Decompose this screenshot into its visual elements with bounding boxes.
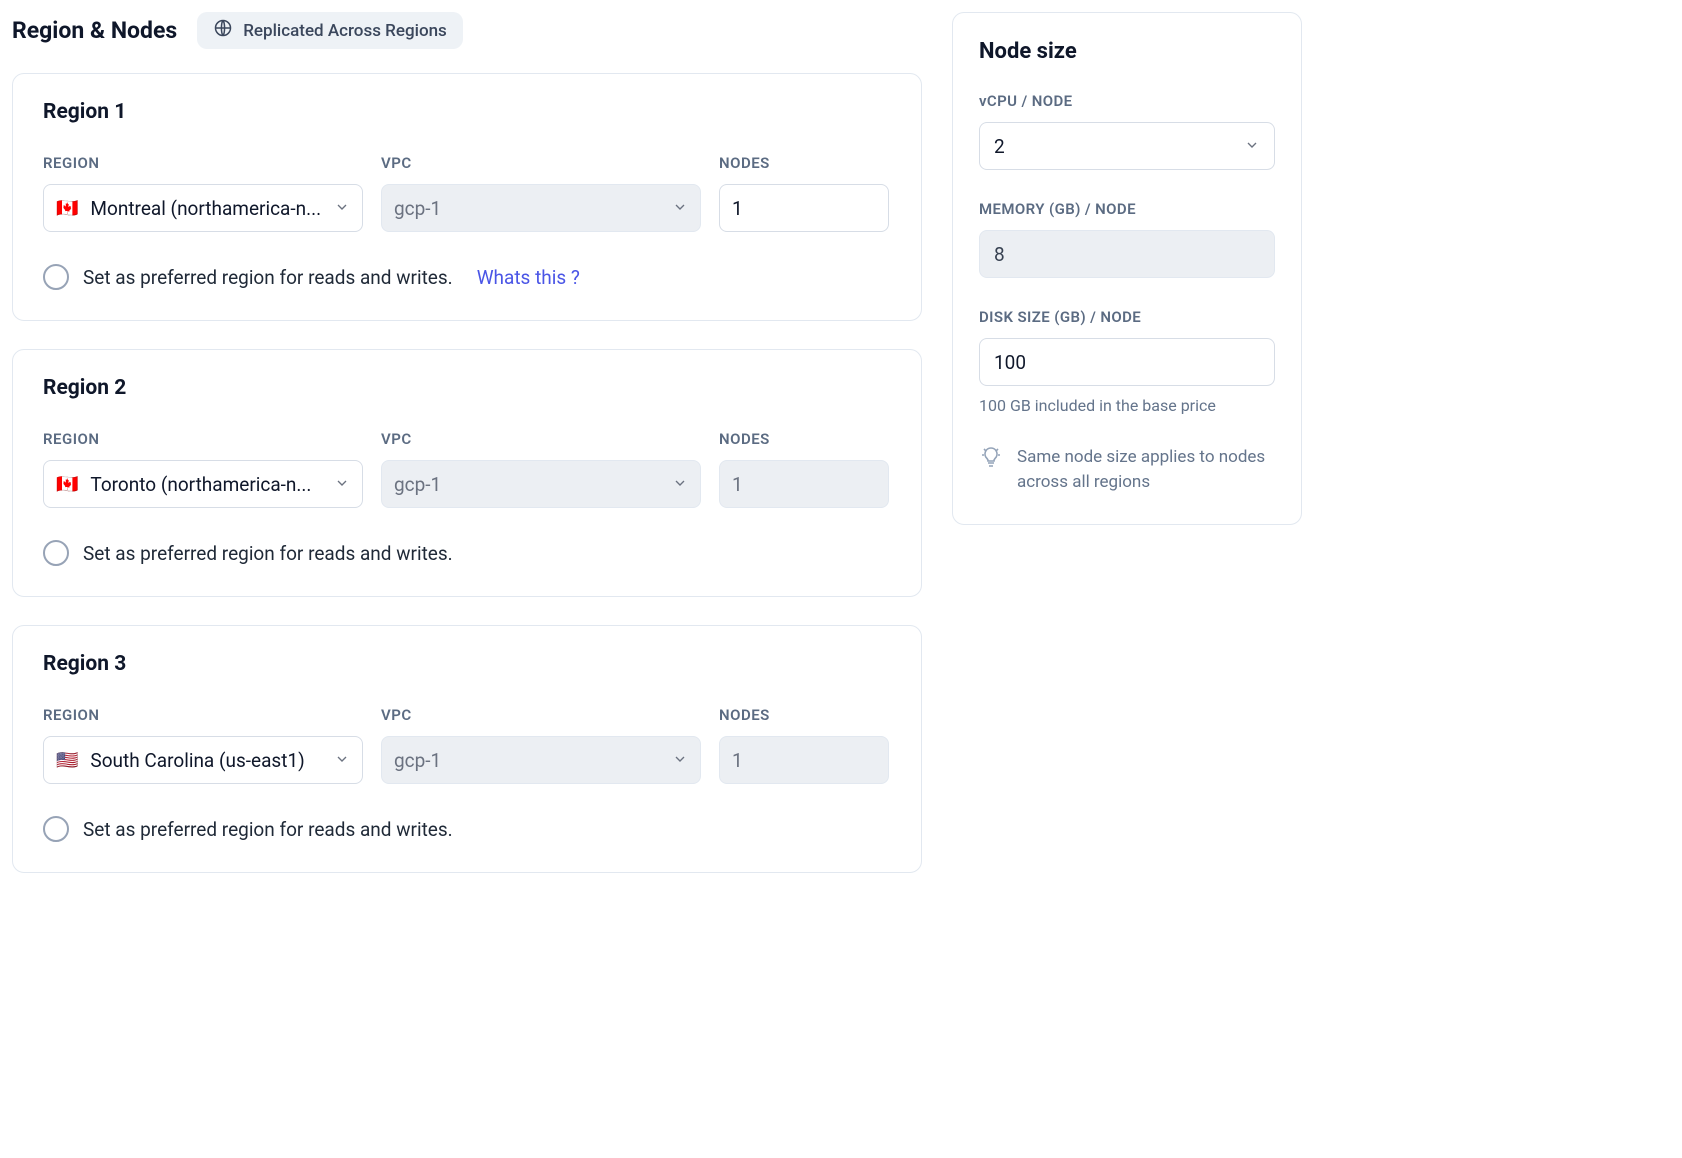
preferred-region-label: Set as preferred region for reads and wr… (83, 818, 453, 841)
whats-this-link[interactable]: Whats this ? (477, 266, 580, 289)
chevron-down-icon (334, 473, 350, 496)
nodes-value: 1 (732, 197, 743, 220)
preferred-region-label: Set as preferred region for reads and wr… (83, 266, 453, 289)
nodes-field-label: NODES (719, 154, 889, 172)
region-field-label: REGION (43, 430, 363, 448)
chevron-down-icon (334, 197, 350, 220)
nodes-input[interactable]: 1 (719, 184, 889, 232)
globe-icon (213, 18, 233, 43)
replication-badge-label: Replicated Across Regions (243, 21, 447, 41)
nodes-field-label: NODES (719, 430, 889, 448)
region-card: Region 2 REGION 🇨🇦 Toronto (northamerica… (12, 349, 922, 597)
region-select[interactable]: 🇺🇸 South Carolina (us-east1) (43, 736, 363, 784)
node-size-note: Same node size applies to nodes across a… (979, 445, 1275, 494)
flag-icon: 🇨🇦 (56, 198, 78, 219)
vpc-value: gcp-1 (394, 749, 664, 772)
vcpu-label: vCPU / NODE (979, 92, 1275, 110)
chevron-down-icon (672, 197, 688, 220)
disk-label: DISK SIZE (GB) / NODE (979, 308, 1275, 326)
disk-helper-text: 100 GB included in the base price (979, 396, 1275, 415)
memory-value: 8 (994, 243, 1005, 266)
vpc-select[interactable]: gcp-1 (381, 460, 701, 508)
vpc-select[interactable]: gcp-1 (381, 184, 701, 232)
memory-input: 8 (979, 230, 1275, 278)
memory-label: MEMORY (GB) / NODE (979, 200, 1275, 218)
preferred-region-radio[interactable] (43, 264, 69, 290)
region-card: Region 1 REGION 🇨🇦 Montreal (northameric… (12, 73, 922, 321)
nodes-value: 1 (732, 749, 743, 772)
region-field-label: REGION (43, 154, 363, 172)
region-value: South Carolina (us-east1) (90, 749, 326, 772)
region-value: Montreal (northamerica-n... (90, 197, 326, 220)
nodes-value: 1 (732, 473, 743, 496)
page-title: Region & Nodes (12, 17, 177, 44)
vcpu-select[interactable]: 2 (979, 122, 1275, 170)
node-size-note-text: Same node size applies to nodes across a… (1017, 445, 1275, 494)
disk-input[interactable]: 100 (979, 338, 1275, 386)
nodes-input: 1 (719, 460, 889, 508)
region-field-label: REGION (43, 706, 363, 724)
chevron-down-icon (1244, 135, 1260, 158)
vpc-field-label: VPC (381, 430, 701, 448)
replication-badge: Replicated Across Regions (197, 12, 463, 49)
region-select[interactable]: 🇨🇦 Montreal (northamerica-n... (43, 184, 363, 232)
region-select[interactable]: 🇨🇦 Toronto (northamerica-n... (43, 460, 363, 508)
flag-icon: 🇺🇸 (56, 750, 78, 771)
flag-icon: 🇨🇦 (56, 474, 78, 495)
region-card: Region 3 REGION 🇺🇸 South Carolina (us-ea… (12, 625, 922, 873)
vpc-select[interactable]: gcp-1 (381, 736, 701, 784)
node-size-card: Node size vCPU / NODE 2 MEMORY (GB) / NO… (952, 12, 1302, 525)
vpc-field-label: VPC (381, 154, 701, 172)
vpc-value: gcp-1 (394, 473, 664, 496)
chevron-down-icon (672, 473, 688, 496)
lightbulb-icon (979, 445, 1003, 494)
vpc-value: gcp-1 (394, 197, 664, 220)
nodes-field-label: NODES (719, 706, 889, 724)
region-card-title: Region 1 (43, 100, 891, 124)
vcpu-value: 2 (994, 135, 1005, 158)
region-card-title: Region 2 (43, 376, 891, 400)
region-card-title: Region 3 (43, 652, 891, 676)
chevron-down-icon (672, 749, 688, 772)
preferred-region-radio[interactable] (43, 816, 69, 842)
preferred-region-radio[interactable] (43, 540, 69, 566)
chevron-down-icon (334, 749, 350, 772)
preferred-region-label: Set as preferred region for reads and wr… (83, 542, 453, 565)
node-size-title: Node size (979, 39, 1275, 64)
vpc-field-label: VPC (381, 706, 701, 724)
nodes-input: 1 (719, 736, 889, 784)
region-value: Toronto (northamerica-n... (90, 473, 326, 496)
disk-value: 100 (994, 351, 1026, 374)
